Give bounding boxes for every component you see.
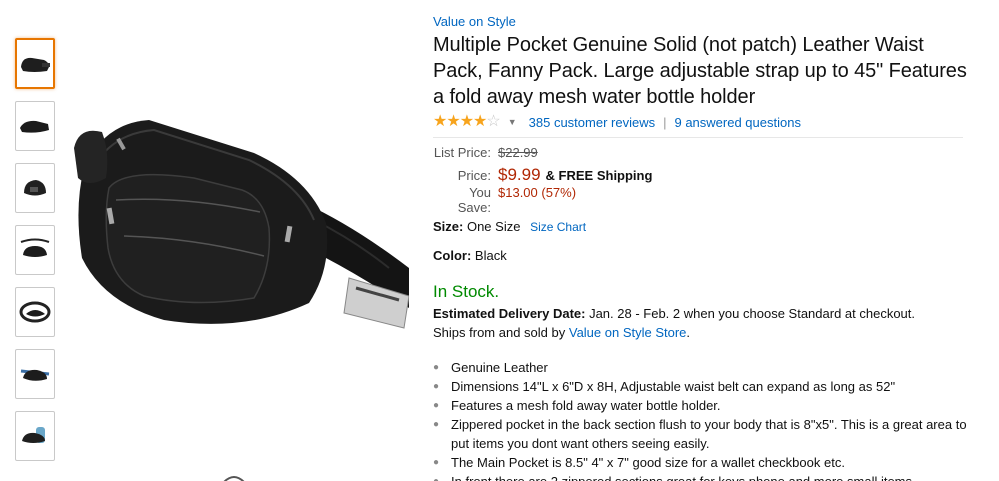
price-row: Price: $9.99 & FREE Shipping bbox=[433, 165, 968, 185]
product-details: Value on Style Multiple Pocket Genuine S… bbox=[433, 13, 968, 481]
color-row: Color: Black bbox=[433, 247, 968, 265]
star-rating-icon[interactable]: ★★★★☆ bbox=[433, 114, 501, 130]
fanny-pack-thumb-icon bbox=[19, 301, 51, 323]
bullet-dot-icon: ● bbox=[433, 419, 440, 430]
thumbnail-1[interactable] bbox=[15, 38, 55, 89]
fanny-pack-thumb-icon bbox=[20, 120, 49, 133]
color-label: Color: bbox=[433, 248, 472, 263]
fanny-pack-thumb-icon bbox=[20, 369, 50, 381]
fanny-pack-thumb-icon bbox=[21, 57, 50, 72]
bullet-dot-icon: ● bbox=[433, 400, 440, 411]
list-item: ● Features a mesh fold away water bottle … bbox=[433, 396, 968, 415]
delivery-label: Estimated Delivery Date: bbox=[433, 306, 586, 321]
price-value: $9.99 bbox=[498, 165, 541, 184]
list-price-row: List Price: $22.99 bbox=[433, 145, 968, 165]
savings-row: You Save: $13.00 (57%) bbox=[433, 185, 968, 215]
product-main-image[interactable] bbox=[64, 108, 409, 333]
savings-value: $13.00 (57%) bbox=[498, 185, 577, 200]
product-title: Multiple Pocket Genuine Solid (not patch… bbox=[433, 34, 967, 108]
chevron-down-icon[interactable]: ▼ bbox=[508, 117, 517, 127]
bullet-dot-icon: ● bbox=[433, 362, 440, 373]
separator: | bbox=[663, 114, 667, 130]
thumbnail-6[interactable] bbox=[15, 349, 55, 399]
thumbnail-4[interactable] bbox=[15, 225, 55, 275]
ships-prefix: Ships from and sold by bbox=[433, 325, 566, 340]
list-price-value: $22.99 bbox=[498, 145, 538, 160]
bullet-text: In front there are 2 zippered sections g… bbox=[451, 472, 916, 481]
thumbnail-3[interactable] bbox=[15, 163, 55, 213]
customer-reviews-link[interactable]: 385 customer reviews bbox=[529, 115, 655, 130]
thumbnail-2[interactable] bbox=[15, 101, 55, 151]
size-value: One Size bbox=[466, 219, 521, 234]
savings-label: You Save: bbox=[457, 185, 491, 215]
fanny-pack-thumb-icon bbox=[24, 180, 46, 196]
free-shipping-text: & FREE Shipping bbox=[545, 168, 653, 183]
brand-link[interactable]: Value on Style bbox=[433, 13, 516, 30]
fanny-pack-thumb-icon bbox=[20, 238, 50, 257]
delivery-info: Estimated Delivery Date: Jan. 28 - Feb. … bbox=[433, 304, 968, 342]
review-summary: ★★★★☆ ▼ 385 customer reviews | 9 answere… bbox=[433, 113, 968, 131]
thumbnail-strip bbox=[15, 38, 57, 473]
answered-questions-link[interactable]: 9 answered questions bbox=[674, 115, 800, 130]
list-item: ● Dimensions 14"L x 6"D x 8H, Adjustable … bbox=[433, 377, 968, 396]
ships-suffix: . bbox=[686, 325, 691, 340]
stock-status: In Stock. bbox=[433, 282, 500, 301]
feature-bullets: ● Genuine Leather ● Dimensions 14"L x 6"D … bbox=[433, 358, 968, 481]
delivery-text: Jan. 28 - Feb. 2 when you choose Standar… bbox=[589, 306, 916, 321]
bullet-text: The Main Pocket is 8.5" 4" x 7" good siz… bbox=[451, 455, 845, 470]
fanny-pack-thumb-icon bbox=[22, 427, 45, 443]
bullet-text: Zippered pocket in the back section flus… bbox=[451, 417, 967, 451]
list-item: ● The Main Pocket is 8.5" 4" x 7" good si… bbox=[433, 453, 968, 472]
price-label: Price: bbox=[457, 168, 491, 183]
bullet-dot-icon: ● bbox=[433, 381, 440, 392]
list-item: ● Genuine Leather bbox=[433, 358, 968, 377]
size-chart-link[interactable]: Size Chart bbox=[530, 220, 586, 234]
divider bbox=[433, 137, 963, 138]
thumbnail-5[interactable] bbox=[15, 287, 55, 337]
loading-indicator-icon bbox=[223, 476, 245, 481]
size-row: Size: One Size Size Chart bbox=[433, 218, 968, 236]
price-block: List Price: $22.99 Price: $9.99 & FREE S… bbox=[433, 145, 968, 215]
list-price-label: List Price: bbox=[433, 145, 491, 160]
bullet-text: Genuine Leather bbox=[451, 360, 548, 375]
seller-link[interactable]: Value on Style Store bbox=[569, 325, 687, 340]
bullet-dot-icon: ● bbox=[433, 457, 440, 468]
bullet-dot-icon: ● bbox=[433, 472, 451, 481]
color-value: Black bbox=[474, 248, 507, 263]
thumbnail-7[interactable] bbox=[15, 411, 55, 461]
size-label: Size: bbox=[433, 219, 464, 234]
list-item: ● Zippered pocket in the back section flu… bbox=[433, 415, 968, 453]
bullet-text: Dimensions 14"L x 6"D x 8H, Adjustable w… bbox=[451, 379, 896, 394]
list-item: ●In front there are 2 zippered sections … bbox=[433, 472, 968, 481]
bullet-text: Features a mesh fold away water bottle h… bbox=[451, 398, 721, 413]
